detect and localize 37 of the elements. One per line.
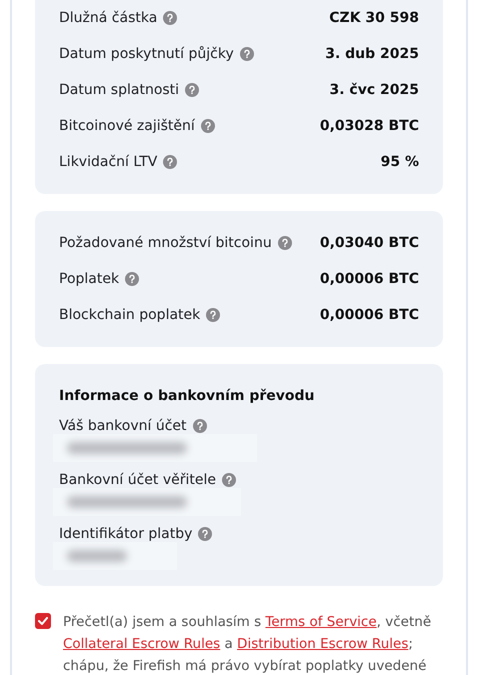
terms-link[interactable]: Collateral Escrow Rules [63, 636, 220, 652]
field-value: 3. dub 2025 [325, 46, 419, 62]
help-icon[interactable] [125, 272, 140, 286]
terms-link[interactable]: Distribution Escrow Rules [237, 636, 408, 652]
consent-checkbox[interactable] [35, 613, 51, 629]
help-icon[interactable] [192, 419, 206, 433]
field-value: CZK 30 598 [329, 10, 419, 26]
help-icon[interactable] [185, 83, 200, 97]
field-label: Identifikátor platby [59, 526, 192, 542]
field-label: Datum splatnosti [59, 82, 180, 98]
field-value: 3. čvc 2025 [330, 82, 419, 98]
help-icon[interactable] [240, 47, 254, 61]
help-icon[interactable] [278, 236, 292, 250]
field-value: 0,03040 BTC [320, 235, 419, 251]
terms-link[interactable]: Terms of Service [265, 614, 377, 630]
help-icon[interactable] [206, 308, 220, 322]
field-label: Blockchain poplatek [59, 307, 200, 323]
field-label: Dlužná částka [59, 10, 158, 26]
help-icon[interactable] [222, 473, 236, 487]
consent-text: Přečetl(a) jsem a souhlasím s Terms of Service, včetně Collateral Escrow Rules a Distribution Escrow Rules; chápu, že Firefish má právo vybírat poplatky uvedené [63, 613, 432, 675]
field-label: Bitcoinové zajištění [59, 118, 195, 134]
help-icon[interactable] [198, 527, 212, 541]
field-value: 0,03028 BTC [320, 118, 419, 134]
help-icon[interactable] [163, 11, 178, 25]
field-label: Likvidační LTV [59, 154, 158, 170]
field-label: Bankovní účet věřitele [59, 472, 216, 488]
field-label: Poplatek [59, 271, 120, 287]
field-label: Váš bankovní účet [59, 418, 186, 434]
field-label: Datum poskytnutí půjčky [59, 46, 234, 62]
field-value: 95 % [380, 154, 419, 170]
field-value: 0,00006 BTC [320, 271, 419, 287]
help-icon[interactable] [200, 119, 215, 133]
field-value: 0,00006 BTC [320, 307, 419, 323]
help-icon[interactable] [163, 155, 178, 169]
checkmark-icon [38, 617, 48, 625]
field-label: Požadované množství bitcoinu [59, 235, 272, 251]
section-title: Informace o bankovním převodu [59, 388, 316, 404]
